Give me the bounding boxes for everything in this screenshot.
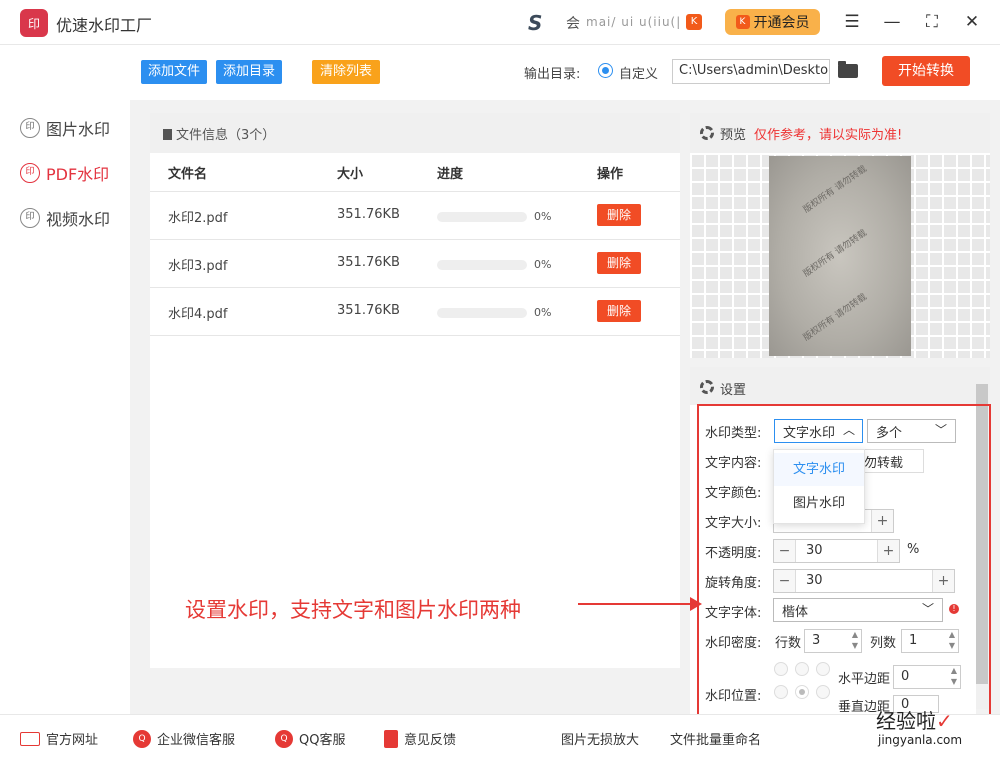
sidebar-item-pdf-watermark[interactable]: 印 PDF水印 xyxy=(20,161,109,185)
vip-badge-icon: K xyxy=(686,14,702,30)
vip-button[interactable]: K 开通会员 xyxy=(725,9,820,35)
user-prefix: 会 xyxy=(566,16,580,32)
wechat-icon: Q xyxy=(133,729,151,748)
user-avatar-icon[interactable]: S xyxy=(528,11,542,35)
row-divider xyxy=(150,335,680,336)
progress-bar xyxy=(437,308,527,318)
brand-name: 经验啦 xyxy=(876,709,936,733)
website-icon xyxy=(20,731,40,746)
custom-radio-label: 自定义 xyxy=(619,67,659,82)
footer-qq-support[interactable]: Q QQ客服 xyxy=(275,729,345,748)
column-header-progress: 进度 xyxy=(437,167,464,182)
add-file-button[interactable]: 添加文件 xyxy=(141,60,208,84)
column-header-action: 操作 xyxy=(597,167,624,182)
footer-link-label: 图片无损放大 xyxy=(561,733,640,748)
settings-label: 设置 xyxy=(720,383,747,398)
checkmark-icon: ✓ xyxy=(936,709,953,733)
row-divider xyxy=(150,191,680,192)
progress-percent: 0% xyxy=(534,306,552,319)
progress-percent: 0% xyxy=(534,258,552,271)
user-id: mai/ ui u(iiu(| xyxy=(586,15,682,29)
preview-watermark-text: 版权所有 请勿转载 xyxy=(801,164,869,216)
fullscreen-icon[interactable]: ⛶ xyxy=(920,10,944,34)
output-dir-label: 输出目录: xyxy=(524,67,581,82)
progress-bar xyxy=(437,212,527,222)
file-name: 水印3.pdf xyxy=(168,259,228,274)
clear-list-button[interactable]: 清除列表 xyxy=(312,60,381,84)
file-name: 水印2.pdf xyxy=(168,211,228,226)
file-list-panel xyxy=(150,113,680,668)
custom-radio[interactable] xyxy=(598,63,613,78)
sidebar-item-label: 图片水印 xyxy=(46,120,111,139)
feedback-icon xyxy=(384,729,398,748)
progress-percent: 0% xyxy=(534,210,552,223)
row-divider xyxy=(150,287,680,288)
watermark-icon: 印 xyxy=(20,208,40,228)
qq-icon: Q xyxy=(275,729,293,748)
document-icon xyxy=(163,129,172,140)
footer-wechat-support[interactable]: Q 企业微信客服 xyxy=(133,729,235,748)
file-info-title: 文件信息（3个） xyxy=(163,124,275,143)
brand-watermark: 经验啦✓ xyxy=(876,705,953,734)
menu-icon[interactable]: ☰ xyxy=(840,10,864,34)
row-divider xyxy=(150,239,680,240)
file-size: 351.76KB xyxy=(337,303,400,318)
vip-k-icon: K xyxy=(735,15,750,29)
output-path-field[interactable]: C:\Users\admin\Desktop xyxy=(672,59,830,84)
progress-bar xyxy=(437,260,527,270)
preview-document: 版权所有 请勿转载 版权所有 请勿转载 版权所有 请勿转载 xyxy=(769,156,911,356)
gear-icon xyxy=(700,126,714,140)
folder-icon[interactable] xyxy=(838,61,858,78)
watermark-icon: 印 xyxy=(20,163,40,183)
sidebar-item-image-watermark[interactable]: 印 图片水印 xyxy=(20,116,110,140)
preview-watermark-text: 版权所有 请勿转载 xyxy=(801,228,869,280)
brand-url: jingyanla.com xyxy=(878,733,963,747)
footer-item-label: 官方网址 xyxy=(46,733,99,748)
watermark-icon: 印 xyxy=(20,118,40,138)
annotation-arrow-line xyxy=(578,603,696,605)
start-convert-button[interactable]: 开始转换 xyxy=(882,56,970,86)
minimize-icon[interactable]: — xyxy=(880,10,904,34)
preview-label: 预览 xyxy=(720,128,747,143)
gear-icon xyxy=(700,380,714,394)
column-header-name: 文件名 xyxy=(168,167,208,182)
footer-item-label: 企业微信客服 xyxy=(157,733,236,748)
delete-button[interactable]: 删除 xyxy=(597,300,641,322)
preview-warning: 仅作参考，请以实际为准! xyxy=(754,128,903,143)
footer-official-site[interactable]: 官方网址 xyxy=(20,729,98,748)
add-directory-button[interactable]: 添加目录 xyxy=(216,60,283,84)
preview-watermark-text: 版权所有 请勿转载 xyxy=(801,292,869,344)
footer-link-label: 文件批量重命名 xyxy=(670,733,762,748)
sidebar-item-video-watermark[interactable]: 印 视频水印 xyxy=(20,206,110,230)
app-logo-icon: 印 xyxy=(20,9,48,37)
app-title: 优速水印工厂 xyxy=(56,16,153,35)
sidebar-item-label: PDF水印 xyxy=(46,165,110,184)
file-size: 351.76KB xyxy=(337,255,400,270)
footer-item-label: 意见反馈 xyxy=(404,733,457,748)
delete-button[interactable]: 删除 xyxy=(597,204,641,226)
vip-label: 开通会员 xyxy=(753,15,810,31)
file-name: 水印4.pdf xyxy=(168,307,228,322)
footer-link-image-upscale[interactable]: 图片无损放大 xyxy=(561,729,639,748)
footer-link-batch-rename[interactable]: 文件批量重命名 xyxy=(670,729,761,748)
footer-feedback[interactable]: 意见反馈 xyxy=(384,729,456,748)
file-info-label: 文件信息（3个） xyxy=(176,128,276,143)
footer-item-label: QQ客服 xyxy=(299,733,346,748)
annotation-arrow-icon xyxy=(690,597,702,611)
column-header-size: 大小 xyxy=(337,167,364,182)
settings-highlight-box xyxy=(697,404,991,726)
sidebar xyxy=(0,46,130,714)
sidebar-item-label: 视频水印 xyxy=(46,210,111,229)
file-size: 351.76KB xyxy=(337,207,400,222)
close-icon[interactable]: ✕ xyxy=(960,10,984,34)
annotation-text: 设置水印，支持文字和图片水印两种 xyxy=(185,598,521,622)
delete-button[interactable]: 删除 xyxy=(597,252,641,274)
